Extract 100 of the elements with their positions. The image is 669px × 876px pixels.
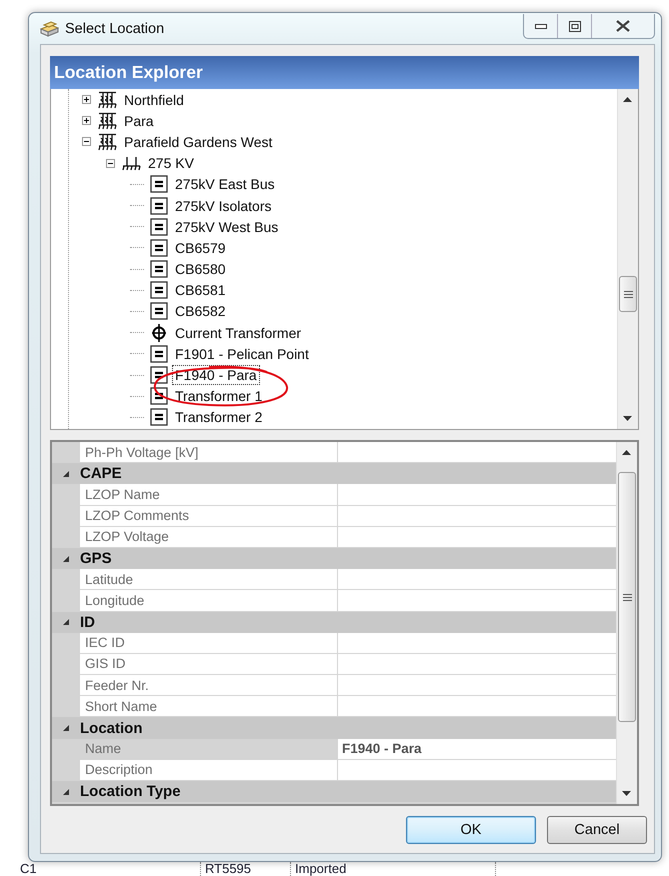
property-label[interactable]: Feeder Nr.	[80, 675, 338, 696]
expand-icon[interactable]	[82, 116, 91, 126]
property-label[interactable]: LZOP Name	[80, 484, 338, 505]
category-row[interactable]: GPS	[52, 548, 616, 570]
equals-box-icon	[150, 218, 168, 236]
collapse-icon[interactable]	[62, 470, 70, 478]
value-cell[interactable]	[338, 484, 616, 505]
category-label: Location	[80, 720, 142, 737]
property-label[interactable]: Latitude	[80, 569, 338, 590]
tree-item[interactable]: CB6580	[51, 258, 617, 280]
category-label: ID	[80, 614, 95, 631]
tree-item[interactable]: Transformer 1	[51, 386, 617, 407]
tree-item[interactable]: Northfield	[51, 89, 617, 110]
cancel-button[interactable]: Cancel	[547, 816, 647, 844]
value-cell[interactable]	[338, 526, 616, 547]
tree-item[interactable]: CB6582	[51, 300, 617, 322]
tree-item[interactable]: Current Transformer	[51, 322, 617, 344]
equals-box-icon	[150, 408, 168, 426]
equals-box-icon	[150, 281, 168, 300]
value-cell[interactable]	[338, 590, 616, 610]
scroll-down-icon[interactable]	[623, 416, 632, 421]
tree-item-label: CB6580	[174, 260, 227, 280]
value-cell[interactable]	[338, 506, 616, 526]
value-cell[interactable]	[338, 442, 616, 462]
value-cell[interactable]	[338, 760, 616, 780]
pylon-icon	[98, 90, 117, 109]
category-row[interactable]: ID	[52, 612, 616, 633]
tree-item-label: Transformer 2	[174, 408, 264, 428]
collapse-icon[interactable]	[62, 724, 70, 732]
close-icon	[616, 20, 630, 32]
maximize-icon	[568, 20, 580, 32]
tree-item-label: 275kV East Bus	[174, 175, 276, 194]
tree-item[interactable]: F1901 - Pelican Point	[51, 343, 617, 364]
tree-item-label: Para	[123, 112, 155, 131]
ok-button[interactable]: OK	[406, 816, 536, 844]
tree-item[interactable]: 275kV East Bus	[51, 174, 617, 195]
category-label: Location Type	[80, 783, 181, 800]
tree-item[interactable]: 275kV West Bus	[51, 216, 617, 238]
value-cell[interactable]	[338, 654, 616, 674]
window-title: Select Location	[65, 20, 164, 36]
scroll-down-icon[interactable]	[622, 791, 631, 796]
collapse-icon[interactable]	[62, 618, 70, 626]
tree-item-label: Current Transformer	[174, 324, 302, 343]
pylon-icon	[98, 132, 117, 151]
panel-title: Location Explorer	[54, 62, 203, 83]
equals-box-icon	[150, 175, 168, 194]
scroll-up-icon[interactable]	[623, 97, 632, 102]
tree-item[interactable]: CB6579	[51, 237, 617, 258]
scrollbar[interactable]	[617, 89, 638, 429]
crosshair-circle-icon	[150, 324, 168, 342]
tree-item[interactable]: Parafield Gardens West	[51, 131, 617, 153]
collapse-icon[interactable]	[62, 554, 70, 563]
tree-item[interactable]: 275kV Isolators	[51, 194, 617, 216]
tree-item-label: CB6579	[174, 238, 227, 258]
minimize-icon	[534, 24, 546, 28]
equals-box-icon	[150, 260, 168, 278]
tree-item[interactable]: Para	[51, 110, 617, 132]
tree-item-label: F1901 - Pelican Point	[174, 344, 310, 364]
property-label[interactable]: Short Name	[80, 696, 338, 716]
tree-item[interactable]: 275 KV	[51, 152, 617, 174]
scroll-thumb[interactable]	[618, 472, 636, 722]
property-label[interactable]: Description	[80, 760, 338, 780]
collapse-icon[interactable]	[62, 788, 70, 796]
equals-box-icon	[150, 302, 168, 320]
property-value[interactable]: F1940 - Para	[338, 738, 616, 759]
tree-item-label: 275 KV	[147, 154, 195, 174]
tree-item-label: CB6582	[174, 302, 227, 322]
equals-box-icon	[150, 238, 168, 257]
grip-icon	[622, 594, 632, 600]
property-label[interactable]: GIS ID	[80, 654, 338, 674]
scroll-up-icon[interactable]	[622, 450, 631, 455]
equals-box-icon	[150, 366, 168, 384]
scroll-thumb[interactable]	[619, 276, 637, 312]
expand-icon[interactable]	[82, 95, 91, 104]
value-cell[interactable]	[338, 632, 616, 653]
tree-item-label: Parafield Gardens West	[123, 132, 274, 152]
tree-item[interactable]: CB6581	[51, 280, 617, 301]
tree-item-label: CB6581	[174, 281, 227, 300]
pylon-icon	[98, 112, 117, 130]
tree-item-label: 275kV West Bus	[174, 218, 280, 237]
tree-item[interactable]: Transformer 2	[51, 406, 617, 428]
collapse-icon[interactable]	[106, 158, 115, 168]
property-label[interactable]: Ph-Ph Voltage [kV]	[80, 442, 338, 462]
equals-box-icon	[150, 344, 168, 363]
value-cell[interactable]	[338, 569, 616, 590]
equals-box-icon	[150, 196, 168, 215]
value-cell[interactable]	[338, 675, 616, 696]
category-row[interactable]: Location Type	[52, 781, 616, 802]
scrollbar[interactable]	[616, 442, 637, 804]
grip-icon	[624, 290, 632, 298]
property-label[interactable]: LZOP Voltage	[80, 526, 338, 547]
property-label[interactable]: IEC ID	[80, 632, 338, 653]
tree-item-label: Northfield	[123, 90, 185, 110]
property-label[interactable]: LZOP Comments	[80, 506, 338, 526]
tree-item-label: 275kV Isolators	[174, 196, 272, 216]
property-label[interactable]: Longitude	[80, 590, 338, 610]
category-row[interactable]: Location	[52, 717, 616, 739]
category-row[interactable]: CAPE	[52, 463, 616, 484]
value-cell[interactable]	[338, 696, 616, 716]
collapse-icon[interactable]	[82, 137, 91, 146]
